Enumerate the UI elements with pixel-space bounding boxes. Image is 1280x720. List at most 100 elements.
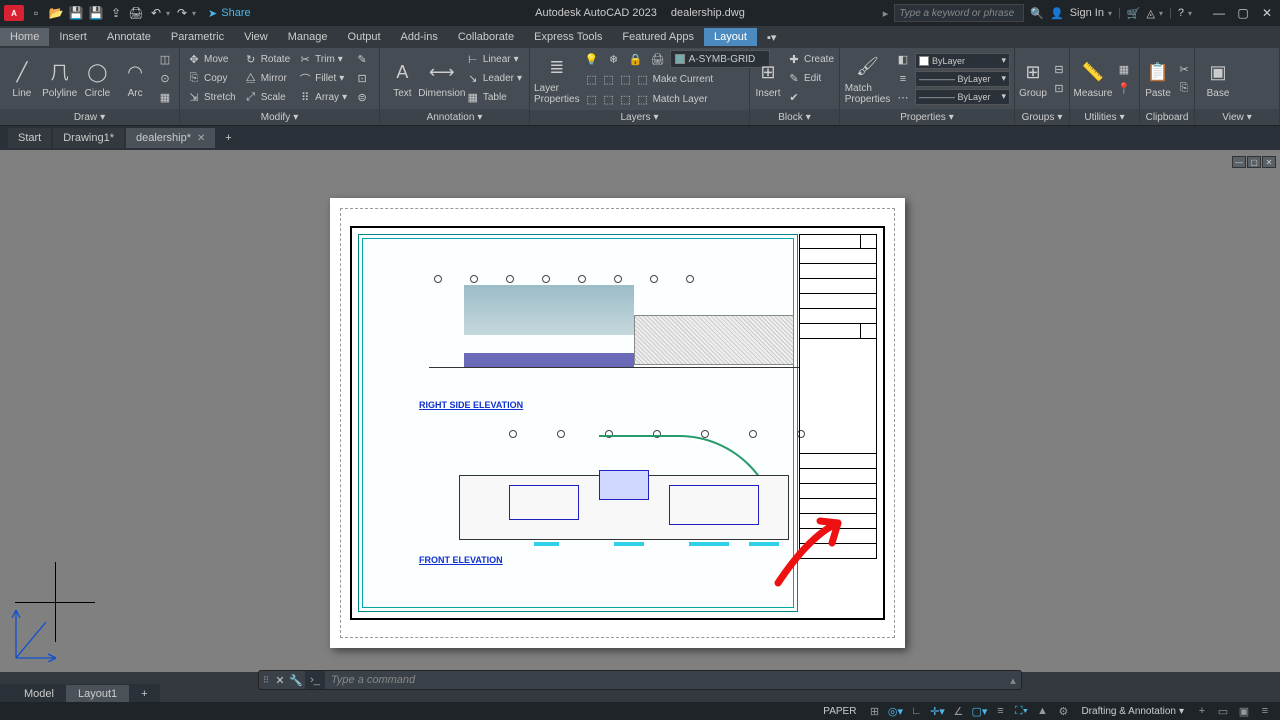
drawing-area[interactable]: — ▢ ✕ RIGHT SIDE ELEVATION	[0, 150, 1280, 672]
undo-icon[interactable]: ↶	[148, 5, 164, 21]
modify-flyout-2[interactable]: ⊡	[352, 70, 372, 88]
util-fly-1[interactable]: ▦	[1114, 60, 1134, 78]
panel-title-draw[interactable]: Draw ▾	[0, 109, 179, 125]
color-btn[interactable]: ◧	[893, 51, 913, 69]
mirror-button[interactable]: ⧋Mirror	[241, 70, 293, 88]
share-button[interactable]: ➤ Share	[208, 7, 251, 20]
cmdline-expand-icon[interactable]: ▴	[1005, 674, 1021, 687]
trim-button[interactable]: ✂Trim ▾	[295, 51, 350, 69]
scale-button[interactable]: ⤢Scale	[241, 89, 293, 107]
stretch-button[interactable]: ⇲Stretch	[184, 89, 239, 107]
panel-title-block[interactable]: Block ▾	[750, 109, 839, 125]
space-toggle[interactable]: PAPER	[817, 706, 862, 717]
layer-state-3[interactable]: 🔒	[626, 50, 646, 68]
lt-btn[interactable]: ⋯	[893, 89, 913, 107]
search-input[interactable]: Type a keyword or phrase	[894, 4, 1024, 22]
layer-state-1[interactable]: 💡	[582, 50, 602, 68]
fillet-button[interactable]: ⌒Fillet ▾	[295, 70, 350, 88]
save-icon[interactable]: 💾	[68, 5, 84, 21]
paper-sheet[interactable]: RIGHT SIDE ELEVATION FRONT ELEVATION	[330, 198, 905, 648]
modify-flyout-3[interactable]: ⊜	[352, 89, 372, 107]
tab-view[interactable]: View	[234, 28, 278, 46]
text-button[interactable]: AText	[384, 51, 421, 107]
close-button[interactable]: ✕	[1258, 4, 1276, 22]
workspace-dropdown[interactable]: Drafting & Annotation ▾	[1075, 706, 1190, 717]
draw-flyout-3[interactable]: ▦	[155, 89, 175, 107]
insert-button[interactable]: ⊞Insert	[754, 51, 782, 107]
search-icon[interactable]: 🔍	[1030, 7, 1044, 20]
tab-home[interactable]: Home	[0, 28, 49, 46]
cmdline-input[interactable]: Type a command	[325, 674, 1005, 686]
clip-fly-1[interactable]: ✂	[1174, 60, 1194, 78]
plot-icon[interactable]: 🖨	[128, 5, 144, 21]
filetab-dealership[interactable]: dealership*✕	[126, 128, 215, 148]
match-properties-button[interactable]: 🖌Match Properties	[844, 51, 891, 107]
web-mobile-icon[interactable]: ⇪	[108, 5, 124, 21]
draw-flyout-2[interactable]: ⊙	[155, 70, 175, 88]
move-button[interactable]: ✥Move	[184, 51, 239, 69]
panel-title-modify[interactable]: Modify ▾	[180, 109, 379, 125]
copy-button[interactable]: ⎘Copy	[184, 70, 239, 88]
layer-properties-button[interactable]: ≣Layer Properties	[534, 51, 580, 107]
leader-button[interactable]: ↘Leader ▾	[463, 70, 525, 88]
make-current-button[interactable]: ⬚⬚⬚⬚Make Current	[582, 70, 770, 88]
layer-state-2[interactable]: ❄	[604, 50, 624, 68]
signin-label[interactable]: Sign In	[1070, 7, 1104, 19]
add-layouttab-button[interactable]: +	[129, 685, 159, 703]
dimension-button[interactable]: ⟷Dimension	[423, 51, 461, 107]
help-icon[interactable]: ?	[1178, 7, 1184, 19]
lineweight-dropdown[interactable]: ———— ByLayer▾	[915, 71, 1010, 87]
group-button[interactable]: ⊞Group	[1019, 51, 1047, 107]
gear-icon[interactable]: ⚙	[1054, 704, 1072, 718]
paste-button[interactable]: 📋Paste	[1144, 51, 1172, 107]
polyline-button[interactable]: ⺇Polyline	[42, 51, 78, 107]
tab-layout[interactable]: Layout	[704, 28, 757, 46]
snap-icon[interactable]: ◎▾	[886, 704, 904, 718]
lw-icon[interactable]: ≡	[991, 704, 1009, 718]
line-button[interactable]: ╱Line	[4, 51, 40, 107]
base-button[interactable]: ▣Base	[1199, 51, 1237, 107]
add-filetab-button[interactable]: +	[217, 132, 239, 144]
block-create-button[interactable]: ✚Create	[784, 51, 837, 69]
panel-title-utilities[interactable]: Utilities ▾	[1070, 109, 1139, 125]
osnap-icon[interactable]: ▢▾	[970, 704, 988, 718]
redo-icon[interactable]: ↷	[174, 5, 190, 21]
tab-output[interactable]: Output	[338, 28, 391, 46]
sb-custom-icon[interactable]: ≡	[1256, 704, 1274, 718]
vp-minimize-button[interactable]: —	[1232, 156, 1246, 168]
tab-annotate[interactable]: Annotate	[97, 28, 161, 46]
rotate-button[interactable]: ↻Rotate	[241, 51, 293, 69]
clip-fly-2[interactable]: ⎘	[1174, 79, 1194, 97]
cmdline-handle-icon[interactable]: ⠿	[259, 675, 273, 686]
annomon-icon[interactable]: ▲	[1033, 704, 1051, 718]
match-layer-button[interactable]: ⬚⬚⬚⬚Match Layer	[582, 90, 770, 108]
autodesk-app-icon[interactable]: ◬	[1147, 7, 1155, 20]
minimize-button[interactable]: —	[1210, 4, 1228, 22]
block-attr-button[interactable]: ✔	[784, 89, 837, 107]
app-icon[interactable]: A	[4, 5, 24, 21]
modify-flyout-1[interactable]: ✎	[352, 51, 372, 69]
cmdline-customize-icon[interactable]: 🔧	[287, 674, 305, 687]
iso-icon[interactable]: ∠	[949, 704, 967, 718]
table-button[interactable]: ▦Table	[463, 89, 525, 107]
layer-state-4[interactable]: 🖨	[648, 50, 668, 68]
panel-title-groups[interactable]: Groups ▾	[1015, 109, 1069, 125]
open-icon[interactable]: 📂	[48, 5, 64, 21]
array-button[interactable]: ⠿Array ▾	[295, 89, 350, 107]
tab-featuredapps[interactable]: Featured Apps	[612, 28, 704, 46]
close-icon[interactable]: ✕	[197, 133, 205, 144]
tab-expresstools[interactable]: Express Tools	[524, 28, 612, 46]
block-edit-button[interactable]: ✎Edit	[784, 70, 837, 88]
util-fly-2[interactable]: 📍	[1114, 79, 1134, 97]
group-fly-1[interactable]: ⊟	[1049, 60, 1069, 78]
viewport[interactable]: RIGHT SIDE ELEVATION FRONT ELEVATION	[358, 234, 798, 612]
cmdline-close-icon[interactable]: ✕	[273, 674, 287, 687]
arc-button[interactable]: ◠Arc	[117, 51, 153, 107]
layouttab-model[interactable]: Model	[12, 685, 66, 703]
tab-manage[interactable]: Manage	[278, 28, 338, 46]
ortho-icon[interactable]: ∟	[907, 704, 925, 718]
panel-title-view[interactable]: View ▾	[1195, 109, 1279, 125]
tab-collaborate[interactable]: Collaborate	[448, 28, 524, 46]
vp-maximize-button[interactable]: ▢	[1247, 156, 1261, 168]
panel-title-annotation[interactable]: Annotation ▾	[380, 109, 529, 125]
